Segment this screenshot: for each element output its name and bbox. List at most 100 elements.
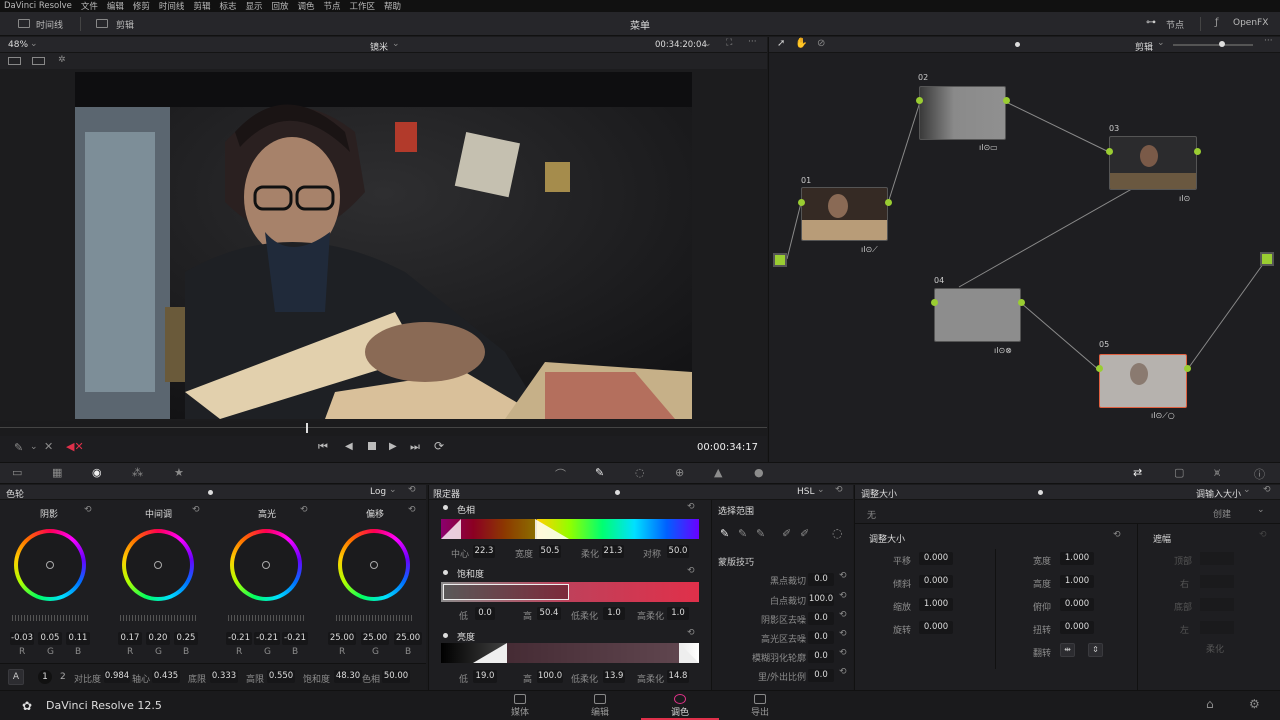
menu-item[interactable]: 帮助: [384, 0, 401, 12]
node-04[interactable]: [934, 288, 1021, 342]
3d-icon[interactable]: ▢: [1174, 466, 1184, 479]
sat-high-field[interactable]: 50.4: [537, 607, 561, 620]
chevron-down-icon[interactable]: ⌄: [392, 39, 400, 49]
video-frame[interactable]: [75, 72, 692, 419]
node-output-dot[interactable]: [1184, 365, 1191, 372]
high-range-field[interactable]: 0.550: [267, 670, 295, 683]
chevron-down-icon[interactable]: ⌄: [704, 39, 712, 49]
pick-icon[interactable]: ✎: [720, 527, 729, 540]
auto-balance-button[interactable]: A: [8, 669, 24, 685]
reverse-icon[interactable]: ◀: [345, 441, 353, 452]
matte-field[interactable]: 0.0: [808, 669, 834, 682]
keyframes-icon[interactable]: ⩙: [1214, 466, 1220, 480]
playhead[interactable]: [306, 423, 308, 433]
page-2-button[interactable]: 2: [60, 672, 66, 682]
shadows-wheel[interactable]: [14, 529, 86, 601]
value-field[interactable]: -0.21: [282, 632, 308, 645]
zoom-handle[interactable]: [1219, 41, 1225, 47]
sizing-field[interactable]: 0.000: [919, 552, 953, 565]
pick-minus-icon[interactable]: ✎: [738, 527, 747, 540]
value-field[interactable]: 25.00: [328, 632, 356, 645]
reset-icon[interactable]: ⟲: [839, 591, 847, 601]
magic-icon[interactable]: ✲: [58, 55, 66, 65]
motion-effects-icon[interactable]: ★: [174, 466, 184, 479]
node-input-dot[interactable]: [798, 199, 805, 206]
node-input-dot[interactable]: [1106, 148, 1113, 155]
tab-color[interactable]: 调色: [641, 690, 719, 720]
grid-icon[interactable]: [32, 57, 45, 65]
disable-icon[interactable]: ⊘: [817, 38, 825, 49]
sat-low-field[interactable]: 0.0: [475, 607, 495, 620]
invert-icon[interactable]: ◌: [832, 526, 842, 540]
sizing-field[interactable]: 0.000: [919, 621, 953, 634]
hue-soft-field[interactable]: 21.3: [602, 545, 624, 558]
chevron-down-icon[interactable]: ⌄: [30, 442, 38, 452]
enable-dot[interactable]: [443, 570, 448, 575]
qualifier-mode-select[interactable]: HSL: [797, 487, 815, 497]
lum-ls-field[interactable]: 13.9: [603, 670, 625, 683]
midtones-wheel[interactable]: [122, 529, 194, 601]
lum-low-field[interactable]: 19.0: [473, 670, 497, 683]
menu-item[interactable]: DaVinci Resolve: [4, 1, 72, 11]
tab-deliver[interactable]: 导出: [721, 690, 799, 720]
sizing-field[interactable]: 0.000: [919, 575, 953, 588]
reset-icon[interactable]: ⟲: [1259, 530, 1267, 540]
flip-vertical-icon[interactable]: ⇕: [1088, 643, 1103, 657]
reset-icon[interactable]: ⟲: [835, 485, 843, 495]
chevron-down-icon[interactable]: ⌄: [1243, 485, 1251, 495]
feather-minus-icon[interactable]: ✐: [782, 527, 791, 540]
value-field[interactable]: 0.17: [118, 632, 142, 645]
reset-icon[interactable]: ⟲: [839, 648, 847, 658]
value-field[interactable]: 25.00: [394, 632, 422, 645]
reset-icon[interactable]: ⟲: [408, 485, 416, 495]
reset-icon[interactable]: ⟲: [839, 571, 847, 581]
pick-plus-icon[interactable]: ✎: [756, 527, 765, 540]
camera-raw-icon[interactable]: ▭: [12, 466, 22, 479]
chevron-down-icon[interactable]: ⌄: [817, 485, 825, 495]
value-field[interactable]: 0.20: [146, 632, 170, 645]
tab-edit[interactable]: 编辑: [561, 690, 639, 720]
chevron-down-icon[interactable]: ⌄: [1157, 38, 1165, 48]
value-field[interactable]: -0.21: [254, 632, 280, 645]
nodes-toggle[interactable]: 节点: [1166, 18, 1184, 31]
sizing-field[interactable]: 0.000: [1060, 621, 1094, 634]
node-01[interactable]: [801, 187, 888, 241]
page-1-button[interactable]: 1: [38, 670, 52, 684]
sizing-field[interactable]: 1.000: [1060, 575, 1094, 588]
master-wheel[interactable]: [12, 615, 90, 621]
menu-item[interactable]: 调色: [298, 0, 315, 12]
matte-field[interactable]: 0.0: [808, 612, 834, 625]
bypass-icon[interactable]: ✕: [44, 440, 53, 453]
value-field[interactable]: 0.11: [66, 632, 90, 645]
master-wheel[interactable]: [228, 615, 306, 621]
node-output-dot[interactable]: [885, 199, 892, 206]
chevron-down-icon[interactable]: ⌄: [389, 485, 397, 495]
last-frame-icon[interactable]: ⏭: [410, 440, 420, 454]
low-range-field[interactable]: 0.333: [210, 670, 238, 683]
menu-item[interactable]: 编辑: [107, 0, 124, 12]
qualifier-icon[interactable]: ✎: [595, 466, 604, 479]
node-output-dot[interactable]: [1003, 97, 1010, 104]
power-window-icon[interactable]: ◌: [635, 466, 645, 479]
stop-icon[interactable]: [368, 442, 376, 450]
clips-toggle[interactable]: 剪辑: [116, 18, 134, 31]
sizing-icon[interactable]: ⇄: [1133, 466, 1142, 479]
gear-icon[interactable]: ⚙: [1249, 697, 1260, 711]
hue-sym-field[interactable]: 50.0: [667, 545, 689, 558]
color-wheels-icon[interactable]: ◉: [92, 466, 102, 479]
hue-width-field[interactable]: 50.5: [539, 545, 561, 558]
menu-item[interactable]: 时间线: [159, 0, 185, 12]
contrast-field[interactable]: 0.984: [104, 670, 130, 683]
menu-item[interactable]: 显示: [245, 0, 262, 12]
menu-item[interactable]: 剪辑: [193, 0, 210, 12]
reset-icon[interactable]: ⟲: [1263, 485, 1271, 495]
value-field[interactable]: 0.25: [174, 632, 198, 645]
menu-item[interactable]: 节点: [324, 0, 341, 12]
sizing-field[interactable]: 1.000: [1060, 552, 1094, 565]
pointer-icon[interactable]: ➚: [777, 38, 785, 49]
source-input[interactable]: [773, 253, 787, 267]
chevron-down-icon[interactable]: ⌄: [30, 39, 38, 49]
split-icon[interactable]: [8, 57, 21, 65]
reset-icon[interactable]: ⟲: [408, 505, 416, 515]
clip-name[interactable]: 镜米: [370, 40, 388, 53]
